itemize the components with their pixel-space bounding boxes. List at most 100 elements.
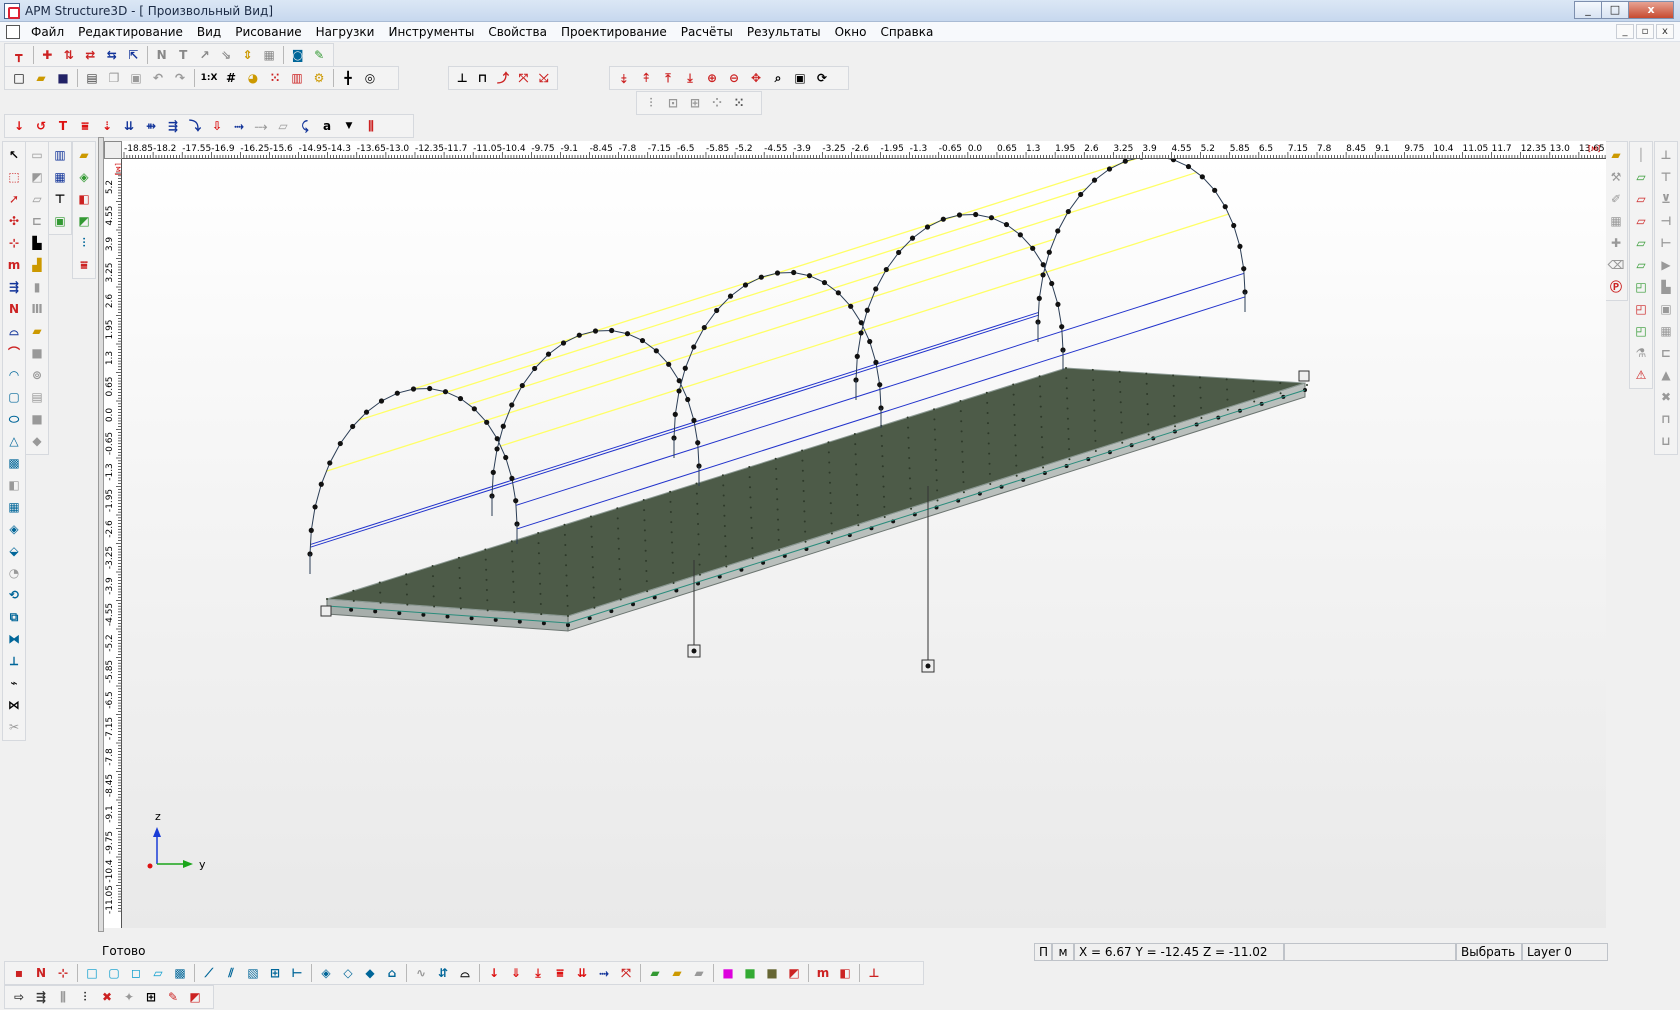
b2-select-icon[interactable]: ⇶ (31, 987, 51, 1007)
result-diagram-icon[interactable]: ⩸ (74, 255, 94, 275)
b-layers3-icon[interactable]: ▰ (689, 963, 709, 983)
arch-node[interactable] (821, 279, 828, 286)
warning-icon[interactable]: ⚠ (1631, 365, 1651, 385)
arch-node[interactable] (363, 409, 370, 415)
arch-node[interactable] (1231, 222, 1237, 229)
tool-grey-grid-icon[interactable]: ▦ (1606, 211, 1626, 231)
edge-node[interactable] (349, 607, 354, 612)
arch-node[interactable] (1055, 301, 1061, 307)
show-plates-icon[interactable]: ⊡ (663, 93, 683, 113)
n-force-icon[interactable]: N (152, 45, 172, 65)
close-button[interactable]: x (1628, 1, 1674, 19)
box-red-3-icon[interactable]: ◰ (1631, 299, 1651, 319)
menu-draw[interactable]: Рисование (228, 22, 308, 42)
force-down-icon[interactable]: ↓ (9, 116, 29, 136)
support-slide-icon[interactable]: ⊣ (1656, 211, 1676, 231)
b-wind-icon[interactable]: ⤑ (594, 963, 614, 983)
arch-node[interactable] (758, 274, 764, 280)
menu-design[interactable]: Проектирование (554, 22, 674, 42)
arch-node[interactable] (873, 286, 879, 292)
tool-open-icon[interactable]: ▰ (27, 321, 47, 341)
menu-edit[interactable]: Редактирование (71, 22, 190, 42)
b-m-icon[interactable]: m (813, 963, 833, 983)
tool-columns-icon[interactable]: ▮ (27, 277, 47, 297)
moment-load-icon[interactable]: ↺ (31, 116, 51, 136)
corner-node-right[interactable] (1298, 370, 1310, 382)
b-shell2-icon[interactable]: ◇ (338, 963, 358, 983)
save-icon[interactable]: ■ (53, 68, 73, 88)
wind-icon[interactable]: ⤑ (229, 116, 249, 136)
tool-pen-icon[interactable]: ✐ (1606, 189, 1626, 209)
b2-columns-icon[interactable]: ⫼ (53, 987, 73, 1007)
view-iso-icon[interactable]: ⤓ (680, 68, 700, 88)
draw-rotate-icon[interactable]: ⟲ (4, 585, 24, 605)
draw-circle-icon[interactable]: ◠ (4, 365, 24, 385)
arch-node[interactable] (1091, 177, 1098, 183)
arch-2[interactable] (491, 329, 700, 497)
arch-4[interactable] (855, 213, 1064, 381)
arch-node[interactable] (1003, 221, 1010, 228)
support-grid-icon[interactable]: ▦ (1656, 321, 1676, 341)
show-points-icon[interactable]: ⁙ (729, 93, 749, 113)
arch-node[interactable] (1139, 159, 1144, 160)
b2-pencil-icon[interactable]: ✎ (163, 987, 183, 1007)
arch-node[interactable] (490, 469, 496, 475)
tool-cylinder-icon[interactable]: ⊏ (27, 211, 47, 231)
arch-node[interactable] (653, 348, 659, 354)
arch-node[interactable] (701, 324, 707, 331)
b2-cross-icon[interactable]: ✖ (97, 987, 117, 1007)
select-node-icon[interactable]: ✣ (4, 211, 24, 231)
model-view[interactable]: z y (122, 159, 1606, 928)
select-arrow-icon[interactable]: ↖ (4, 145, 24, 165)
select-moment-icon[interactable]: m (4, 255, 24, 275)
arch-node[interactable] (308, 527, 314, 533)
tool-layer-icon[interactable]: ▟ (27, 255, 47, 275)
support-cross-icon[interactable]: ✖ (1656, 387, 1676, 407)
tool-erase-icon[interactable]: ⌫ (1606, 255, 1626, 275)
arch-node[interactable] (624, 331, 631, 337)
arch-node[interactable] (835, 290, 841, 296)
frame-icon[interactable]: ⊓ (473, 68, 491, 88)
b-eraser-icon[interactable]: ◧ (835, 963, 855, 983)
edge-node[interactable] (469, 616, 474, 621)
arch-node[interactable] (988, 215, 995, 221)
b-mesh-icon[interactable]: ▩ (170, 963, 190, 983)
support-spring-icon[interactable]: ⊢ (1656, 233, 1676, 253)
b-wave-icon[interactable]: ∿ (411, 963, 431, 983)
support-frame-icon[interactable]: ▣ (1656, 299, 1676, 319)
support-fixed-icon[interactable]: ⊤ (1656, 167, 1676, 187)
menu-window[interactable]: Окно (828, 22, 874, 42)
draw-polygon-icon[interactable]: ⬭ (4, 409, 24, 429)
corner-node-left[interactable] (320, 605, 332, 617)
b-line-icon[interactable]: ⟋ (199, 963, 219, 983)
arch-node[interactable] (695, 440, 701, 446)
box-red-2-icon[interactable]: ▱ (1631, 211, 1651, 231)
undo-icon[interactable]: ↶ (148, 68, 168, 88)
result-colors-icon[interactable]: ◧ (74, 189, 94, 209)
mdi-restore-button[interactable]: ▫ (1636, 24, 1654, 39)
draw-rect-icon[interactable]: ▢ (4, 387, 24, 407)
menu-results[interactable]: Результаты (740, 22, 828, 42)
arch-node[interactable] (924, 224, 931, 230)
redo-icon[interactable]: ↷ (170, 68, 190, 88)
arch-5[interactable] (1037, 159, 1246, 323)
plate-load-icon[interactable]: ⤵ (185, 116, 205, 136)
b-square-icon[interactable]: □ (82, 963, 102, 983)
b2-node-icon[interactable]: ◩ (185, 987, 205, 1007)
show-nodes-icon[interactable]: ⁘ (707, 93, 727, 113)
arch-node[interactable] (896, 249, 902, 256)
tool-barrel-icon[interactable]: ⊚ (27, 365, 47, 385)
draw-join-icon[interactable]: ⋈ (4, 695, 24, 715)
structure-icon[interactable]: ┳ (9, 45, 29, 65)
result-cube-icon[interactable]: ◩ (74, 211, 94, 231)
rotate-view-icon[interactable]: ⟳ (812, 68, 832, 88)
seismic-icon[interactable]: ⤹ (295, 116, 315, 136)
arch-node[interactable] (509, 402, 515, 408)
arch-node[interactable] (909, 235, 916, 241)
b-shell3-icon[interactable]: ◆ (360, 963, 380, 983)
draw-mirror-icon[interactable]: ⧓ (4, 629, 24, 649)
displacement-icon[interactable]: ⇣ (97, 116, 117, 136)
edge-node[interactable] (566, 623, 570, 627)
arch-node[interactable] (956, 212, 963, 218)
minimize-button[interactable]: _ (1574, 1, 1602, 19)
